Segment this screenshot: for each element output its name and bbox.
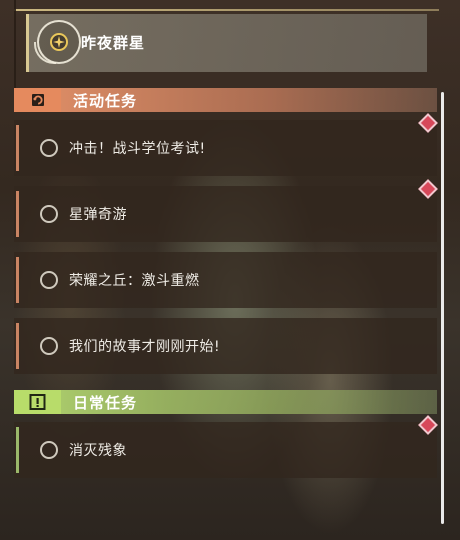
- section-title-event: 活动任务: [73, 92, 138, 110]
- section-title-daily: 日常任务: [73, 394, 138, 412]
- tracked-quest-title: 昨夜群星: [81, 34, 146, 52]
- quest-label: 消灭残象: [69, 443, 127, 459]
- top-divider: [14, 9, 439, 11]
- quest-status-circle-icon: [40, 139, 58, 157]
- quest-status-circle-icon: [40, 205, 58, 223]
- exclamation-box-icon: [14, 390, 61, 414]
- section-header-daily[interactable]: 日常任务: [14, 390, 437, 414]
- scrollbar[interactable]: [441, 92, 444, 524]
- quest-row[interactable]: 冲击！战斗学位考试!: [14, 120, 437, 176]
- event-refresh-icon: [14, 88, 61, 112]
- quest-status-circle-icon: [40, 271, 58, 289]
- quest-row[interactable]: 我们的故事才刚刚开始!: [14, 318, 437, 374]
- star-compass-icon: [34, 20, 81, 64]
- quest-row[interactable]: 星弹奇游: [14, 186, 437, 242]
- quest-label: 冲击！战斗学位考试!: [69, 141, 206, 157]
- quest-label: 荣耀之丘：激斗重燃: [69, 273, 200, 289]
- quest-status-circle-icon: [40, 441, 58, 459]
- quest-row[interactable]: 消灭残象: [14, 422, 437, 478]
- tracked-quest-card[interactable]: 昨夜群星: [26, 14, 427, 72]
- left-rail: [14, 0, 16, 88]
- quest-label: 星弹奇游: [69, 207, 127, 223]
- quest-row[interactable]: 荣耀之丘：激斗重燃: [14, 252, 437, 308]
- quest-panel: 昨夜群星 活动任务 冲击！战斗学位考试! 星弹奇游 荣耀之丘：激斗重燃 我们的故…: [0, 0, 460, 540]
- section-header-event[interactable]: 活动任务: [14, 88, 437, 112]
- quest-status-circle-icon: [40, 337, 58, 355]
- quest-label: 我们的故事才刚刚开始!: [69, 339, 221, 355]
